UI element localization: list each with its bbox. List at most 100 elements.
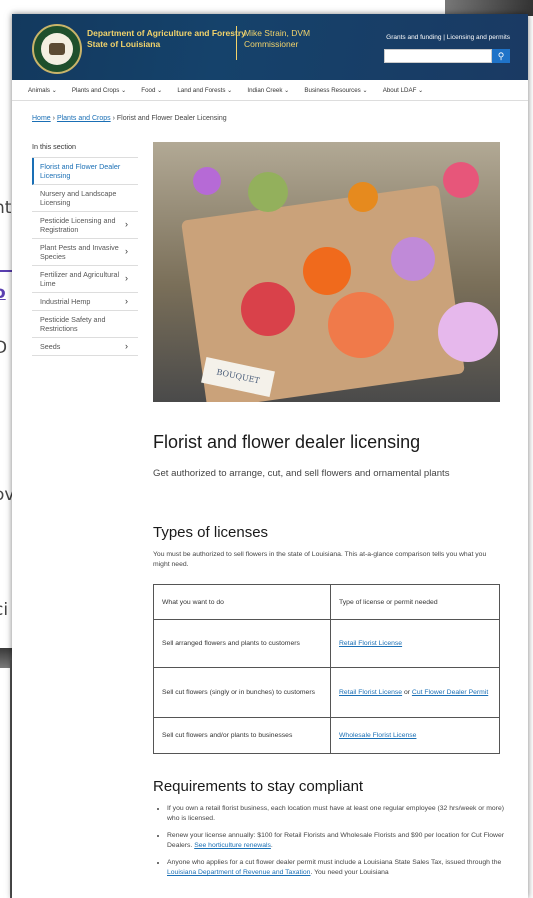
revenue-department-link[interactable]: Louisiana Department of Revenue and Taxa… <box>167 869 310 876</box>
search-input[interactable] <box>384 49 492 63</box>
list-item-text: . <box>270 842 273 849</box>
breadcrumb: Home › Plants and Crops › Florist and Fl… <box>32 115 227 122</box>
sidebar-item-plant-pests[interactable]: Plant Pests and Invasive Species › <box>32 239 138 266</box>
hero-flower-bouquet-image: BOUQUET <box>153 142 500 402</box>
sidebar-heading: In this section <box>32 142 138 158</box>
types-heading: Types of licenses <box>153 524 269 541</box>
page-title: Florist and flower dealer licensing <box>153 432 421 452</box>
requirements-list: If you own a retail florist business, ea… <box>153 804 517 885</box>
lilac-flower <box>193 167 221 195</box>
sidebar-item-fertilizer[interactable]: Fertilizer and Agricultural Lime › <box>32 266 138 293</box>
coral-zinnia-flower <box>328 292 394 358</box>
sidebar-item-label: Fertilizer and Agricultural Lime <box>40 270 120 288</box>
nav-item-indian-creek[interactable]: Indian Creek ⌄ <box>247 87 289 94</box>
table-row: Sell cut flowers and/or plants to busine… <box>153 717 500 754</box>
commissioner-title-line: Commissioner <box>244 39 299 49</box>
list-item: Renew your license annually: $100 for Re… <box>167 831 517 851</box>
table-header-cell: Type of license or permit needed <box>330 584 500 620</box>
seal-emblem-icon <box>41 33 73 65</box>
sidebar-item-pesticide-safety[interactable]: Pesticide Safety and Restrictions <box>32 311 138 338</box>
table-header-row: What you want to do Type of license or p… <box>153 584 500 620</box>
nav-item-food[interactable]: Food ⌄ <box>141 87 162 94</box>
nav-item-about-ldaf[interactable]: About LDAF ⌄ <box>383 87 424 94</box>
background-text-fragment: D <box>0 338 8 358</box>
chevron-right-icon[interactable]: › <box>125 220 128 229</box>
page-lead-text: Get authorized to arrange, cut, and sell… <box>153 468 450 479</box>
license-comparison-table: What you want to do Type of license or p… <box>153 584 500 754</box>
retail-florist-license-link[interactable]: Retail Florist License <box>339 689 402 696</box>
sidebar-item-label: Plant Pests and Invasive Species <box>40 243 119 261</box>
search-icon: ⚲ <box>497 51 505 61</box>
wholesale-florist-license-link[interactable]: Wholesale Florist License <box>339 732 416 739</box>
table-cell-license: Retail Florist License or Cut Flower Dea… <box>330 667 500 718</box>
sidebar-item-label: Seeds <box>40 342 61 351</box>
sidebar-item-label: Industrial Hemp <box>40 297 91 306</box>
pink-cosmos-flower <box>438 302 498 362</box>
grants-link[interactable]: Grants and funding <box>386 34 441 41</box>
sidebar-item-seeds[interactable]: Seeds › <box>32 338 138 356</box>
chevron-right-icon[interactable]: › <box>125 274 128 283</box>
section-sidebar: In this section Florist and Flower Deale… <box>32 142 138 356</box>
sidebar-item-florist-licensing[interactable]: Florist and Flower Dealer Licensing <box>32 158 138 185</box>
breadcrumb-home-link[interactable]: Home <box>32 115 51 122</box>
retail-florist-license-link[interactable]: Retail Florist License <box>339 640 402 647</box>
table-cell-want: Sell arranged flowers and plants to cust… <box>153 619 331 668</box>
table-cell-want: Sell cut flowers (singly or in bunches) … <box>153 667 331 718</box>
table-row: Sell cut flowers (singly or in bunches) … <box>153 667 500 718</box>
sidebar-item-label: Pesticide Licensing and Registration <box>40 216 116 234</box>
table-cell-license: Wholesale Florist License <box>330 717 500 754</box>
horticulture-renewals-link[interactable]: See horticulture renewals <box>194 842 271 849</box>
licensing-link[interactable]: Licensing and permits <box>447 34 510 41</box>
chevron-right-icon[interactable]: › <box>125 296 128 306</box>
sidebar-item-nursery-licensing[interactable]: Nursery and Landscape Licensing <box>32 185 138 212</box>
state-name-line: State of Louisiana <box>87 39 161 49</box>
nav-item-animals[interactable]: Animals ⌄ <box>28 87 57 94</box>
breadcrumb-separator: › <box>112 115 115 122</box>
requirements-heading: Requirements to stay compliant <box>153 778 364 795</box>
types-intro-text: You must be authorized to sell flowers i… <box>153 551 487 568</box>
sidebar-item-label: Pesticide Safety and Restrictions <box>40 315 106 333</box>
search-button[interactable]: ⚲ <box>492 49 510 63</box>
marigold-flower <box>348 182 378 212</box>
list-item: If you own a retail florist business, ea… <box>167 804 517 824</box>
list-item-text: . You need your Louisiana <box>310 869 389 876</box>
header-divider <box>236 26 237 60</box>
background-text-fragment: nt <box>0 198 12 218</box>
list-item: Anyone who applies for a cut flower deal… <box>167 858 517 878</box>
purple-cosmos-flower <box>391 237 435 281</box>
chevron-right-icon[interactable]: › <box>125 341 128 351</box>
table-header-cell: What you want to do <box>153 584 331 620</box>
red-zinnia-flower <box>241 282 295 336</box>
background-text-fragment: ci <box>0 600 9 620</box>
orange-zinnia-flower <box>303 247 351 295</box>
department-name-line: Department of Agriculture and Forestry <box>87 28 246 38</box>
commissioner-name-line: Mike Strain, DVM <box>244 28 311 38</box>
site-search: ⚲ <box>384 49 510 63</box>
green-foliage <box>248 172 288 212</box>
utility-link-separator: | <box>443 34 445 41</box>
sidebar-item-label: Florist and Flower Dealer Licensing <box>40 162 121 180</box>
breadcrumb-separator: › <box>52 115 55 122</box>
breadcrumb-plants-link[interactable]: Plants and Crops <box>57 115 111 122</box>
nav-item-business-resources[interactable]: Business Resources ⌄ <box>304 87 367 94</box>
ldaf-seal-logo[interactable] <box>32 24 82 74</box>
site-header: Department of Agriculture and Forestry S… <box>12 14 528 80</box>
sidebar-item-pesticide-licensing[interactable]: Pesticide Licensing and Registration › <box>32 212 138 239</box>
table-cell-want: Sell cut flowers and/or plants to busine… <box>153 717 331 754</box>
nav-item-plants-and-crops[interactable]: Plants and Crops ⌄ <box>72 87 126 94</box>
browser-page: Department of Agriculture and Forestry S… <box>12 14 528 898</box>
nav-item-land-and-forests[interactable]: Land and Forests ⌄ <box>177 87 232 94</box>
table-row: Sell arranged flowers and plants to cust… <box>153 619 500 668</box>
license-or-text: or <box>402 689 412 696</box>
main-navigation: Animals ⌄ Plants and Crops ⌄ Food ⌄ Land… <box>12 80 528 101</box>
breadcrumb-current: Florist and Flower Dealer Licensing <box>116 115 227 122</box>
commissioner-name: Mike Strain, DVM Commissioner <box>244 28 310 50</box>
cut-flower-dealer-permit-link[interactable]: Cut Flower Dealer Permit <box>412 689 488 696</box>
background-link-underline <box>0 270 12 272</box>
department-name[interactable]: Department of Agriculture and Forestry S… <box>87 28 246 50</box>
background-link-fragment: o <box>0 283 6 303</box>
table-cell-license: Retail Florist License <box>330 619 500 668</box>
chevron-right-icon[interactable]: › <box>125 247 128 256</box>
sidebar-item-label: Nursery and Landscape Licensing <box>40 189 117 207</box>
sidebar-item-industrial-hemp[interactable]: Industrial Hemp › <box>32 293 138 311</box>
